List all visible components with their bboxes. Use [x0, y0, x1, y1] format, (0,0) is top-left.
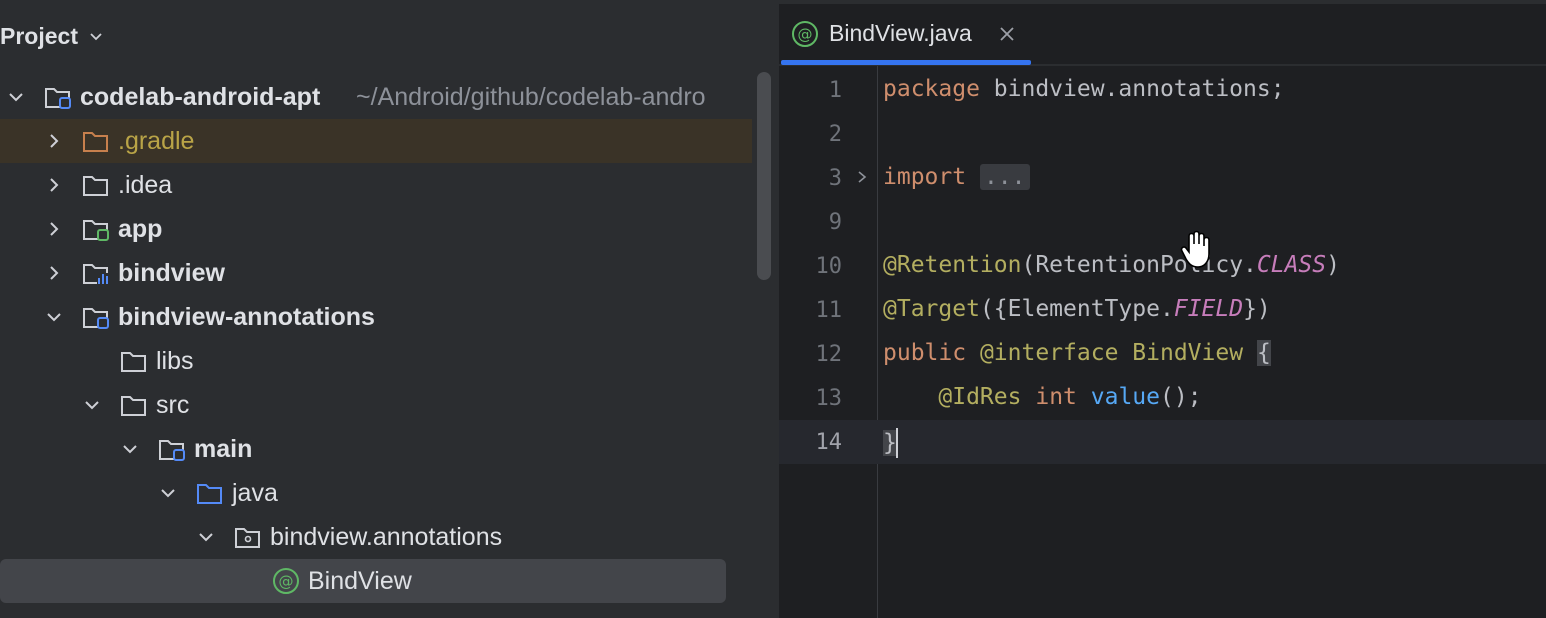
tree-node-main[interactable]: main — [0, 427, 752, 471]
tree-node-src[interactable]: src — [0, 383, 752, 427]
folded-imports: ... — [979, 164, 1030, 190]
tab-bindview-java[interactable]: @ BindView.java — [779, 4, 1032, 65]
tree-node-label: bindview-annotations — [118, 303, 375, 331]
chevron-down-icon[interactable] — [44, 307, 64, 327]
code-line[interactable]: 2 — [779, 112, 1546, 156]
code-line-current[interactable]: 14 } — [779, 420, 1546, 464]
tree-node-label: .idea — [118, 171, 173, 199]
line-number: 12 — [815, 342, 843, 367]
source-root-icon — [197, 484, 222, 504]
code-line[interactable]: 1 package bindview.annotations; — [779, 68, 1546, 112]
project-panel-title: Project — [0, 22, 78, 49]
chevron-right-icon[interactable] — [44, 131, 64, 151]
code-text: @IdRes int value(); — [938, 384, 1202, 410]
tree-node-bindview-annotations[interactable]: bindview-annotations — [0, 295, 752, 339]
close-icon[interactable] — [997, 24, 1017, 44]
annotation-icon: @ — [273, 568, 299, 594]
matched-brace: } — [883, 429, 897, 456]
folder-icon — [83, 176, 108, 196]
tree-node-idea[interactable]: .idea — [0, 163, 752, 207]
svg-text:@: @ — [279, 573, 294, 591]
tree-node-package[interactable]: bindview.annotations — [0, 515, 752, 559]
code-line[interactable]: 13 @IdRes int value(); — [779, 376, 1546, 420]
android-module-icon — [83, 220, 109, 241]
code-line[interactable]: 10 @Retention(RetentionPolicy.CLASS) — [779, 244, 1546, 288]
chevron-right-icon[interactable] — [44, 219, 64, 239]
tree-node-path: ~/Android/github/codelab-andro — [356, 83, 706, 111]
code-text: @Retention(RetentionPolicy.CLASS) — [883, 252, 1340, 278]
tree-node-label: .gradle — [118, 127, 195, 155]
tree-node-app[interactable]: app — [0, 207, 752, 251]
package-icon — [235, 528, 260, 548]
tree-node-label: app — [118, 215, 163, 243]
line-number: 14 — [815, 430, 843, 455]
annotation-icon: @ — [792, 21, 818, 47]
tree-node-label: java — [232, 479, 278, 507]
editor-tab-bar: @ BindView.java — [779, 4, 1546, 66]
project-panel-header[interactable]: Project — [0, 18, 104, 54]
line-number: 1 — [828, 78, 842, 103]
code-line[interactable]: 9 — [779, 200, 1546, 244]
line-number: 9 — [828, 210, 842, 235]
tree-node-gradle[interactable]: .gradle — [0, 119, 752, 163]
tree-node-label: codelab-android-apt — [80, 83, 321, 111]
tree-node-label: bindview.annotations — [270, 523, 503, 551]
tree-node-java[interactable]: java — [0, 471, 752, 515]
fold-chevron-right-icon[interactable] — [855, 170, 869, 184]
code-line[interactable]: 3 import ... — [779, 156, 1546, 200]
text-caret — [895, 428, 898, 458]
chevron-right-icon[interactable] — [44, 263, 64, 283]
tree-node-partial — [0, 603, 752, 618]
code-text: public @interface BindView { — [883, 340, 1271, 366]
tree-node-bindview-file[interactable]: @ BindView — [0, 559, 726, 603]
code-line[interactable]: 12 public @interface BindView { — [779, 332, 1546, 376]
code-text: @Target({ElementType.FIELD}) — [883, 296, 1271, 322]
folder-icon — [121, 352, 146, 372]
code-text: package bindview.annotations; — [883, 76, 1285, 102]
chevron-down-icon[interactable] — [120, 439, 140, 459]
folder-icon — [83, 132, 108, 152]
tree-node-label: src — [156, 391, 190, 419]
matched-brace: { — [1256, 340, 1271, 366]
chevron-down-icon[interactable] — [88, 28, 104, 44]
chevron-down-icon[interactable] — [196, 527, 216, 547]
line-number: 10 — [815, 254, 843, 279]
project-scrollbar[interactable] — [757, 72, 771, 280]
hand-cursor-icon — [1180, 230, 1210, 268]
tab-label: BindView.java — [829, 20, 972, 46]
tree-node-label: BindView — [308, 567, 412, 595]
folder-icon — [120, 613, 148, 618]
chevron-down-icon[interactable] — [82, 395, 102, 415]
tree-node-label: main — [194, 435, 253, 463]
tree-node-codelab-android-apt[interactable]: codelab-android-apt ~/Android/github/cod… — [0, 75, 752, 119]
code-line[interactable]: 11 @Target({ElementType.FIELD}) — [779, 288, 1546, 332]
tree-node-bindview[interactable]: bindview — [0, 251, 752, 295]
module-folder-icon — [45, 88, 71, 109]
tree-node-libs[interactable]: libs — [0, 339, 752, 383]
library-module-icon — [83, 264, 109, 284]
source-set-icon — [159, 440, 185, 461]
code-text: } — [883, 428, 898, 458]
code-editor: @ BindView.java 1 package bindview.annot… — [778, 4, 1546, 618]
chevron-down-icon[interactable] — [6, 87, 26, 107]
chevron-down-icon[interactable] — [158, 483, 178, 503]
module-folder-icon — [83, 308, 109, 329]
project-tool-window: Project codelab-android-apt ~/Android/gi… — [0, 4, 778, 618]
folder-icon — [121, 396, 146, 416]
line-number: 13 — [815, 386, 843, 411]
line-number: 2 — [828, 122, 842, 147]
chevron-right-icon[interactable] — [44, 175, 64, 195]
active-tab-indicator — [781, 60, 1031, 65]
tree-node-label: libs — [156, 347, 194, 375]
line-number: 3 — [828, 166, 842, 191]
line-number: 11 — [815, 298, 843, 323]
code-text: import ... — [883, 164, 1030, 190]
tree-node-label: bindview — [118, 259, 225, 287]
svg-text:@: @ — [798, 26, 813, 44]
